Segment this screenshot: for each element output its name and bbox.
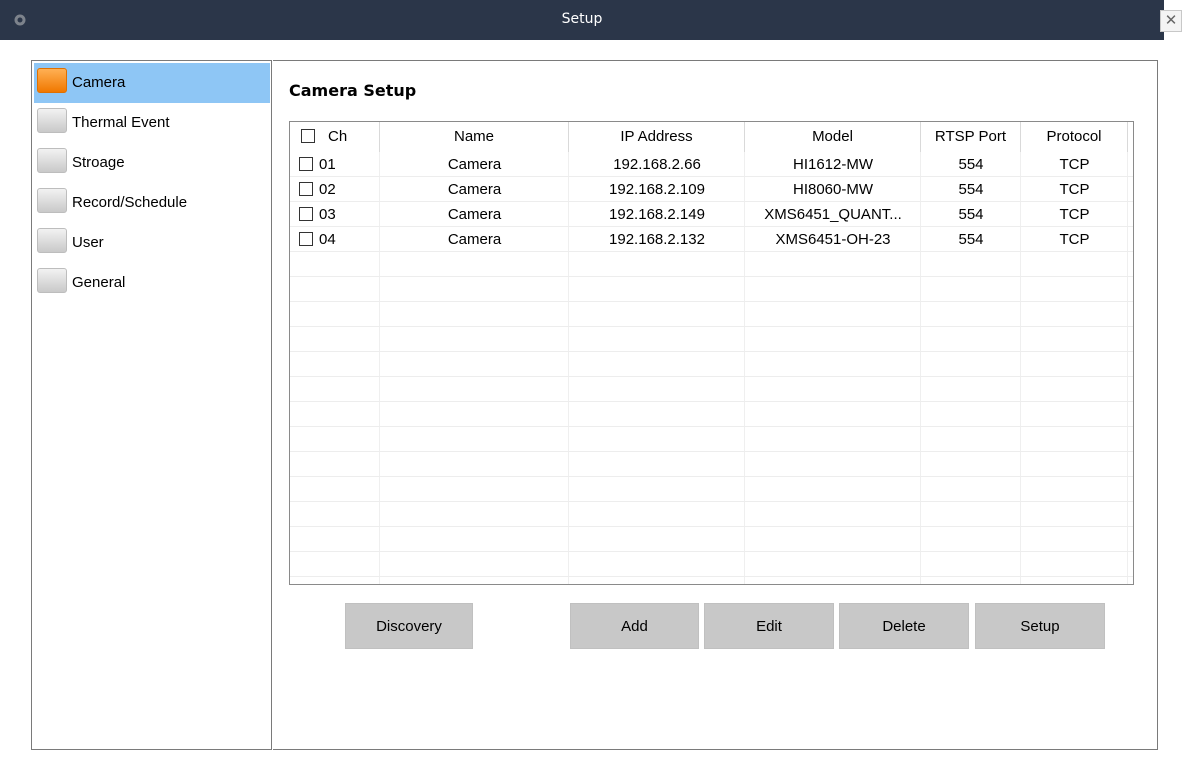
empty-row — [290, 527, 1133, 552]
close-icon[interactable]: ✕ — [1160, 10, 1182, 32]
add-button[interactable]: Add — [570, 603, 699, 649]
column-header-name[interactable]: Name — [380, 122, 569, 152]
empty-row — [290, 427, 1133, 452]
empty-row — [290, 352, 1133, 377]
cell-rtsp-port: 554 — [958, 206, 984, 223]
empty-row — [290, 502, 1133, 527]
cell-ip: 192.168.2.149 — [609, 206, 705, 223]
empty-row — [290, 277, 1133, 302]
cell-ch: 03 — [319, 206, 336, 223]
cell-rtsp-port: 554 — [958, 231, 984, 248]
title-bar: Setup — [0, 0, 1164, 40]
cell-ip: 192.168.2.109 — [609, 181, 705, 198]
storage-icon — [37, 148, 67, 173]
cell-model: HI1612-MW — [792, 156, 874, 173]
table-header: Ch Name IP Address Model RTSP Port Proto… — [290, 122, 1133, 152]
cell-name: Camera — [447, 231, 502, 248]
cell-ch: 04 — [319, 231, 336, 248]
sidebar-item-label: User — [72, 234, 104, 251]
empty-row — [290, 377, 1133, 402]
cell-ip: 192.168.2.66 — [613, 156, 701, 173]
row-checkbox[interactable] — [299, 157, 313, 171]
empty-row — [290, 302, 1133, 327]
table-row[interactable]: 01 Camera 192.168.2.66 HI1612-MW 554 TCP — [290, 152, 1133, 177]
empty-row — [290, 552, 1133, 577]
empty-row — [290, 477, 1133, 502]
cell-name: Camera — [447, 206, 502, 223]
sidebar-item-label: Camera — [72, 74, 126, 91]
empty-row — [290, 252, 1133, 277]
empty-row — [290, 402, 1133, 427]
row-checkbox[interactable] — [299, 207, 313, 221]
column-header-protocol[interactable]: Protocol — [1021, 122, 1128, 152]
sidebar-item-label: Thermal Event — [72, 114, 170, 131]
sidebar-item-storage[interactable]: Stroage — [34, 143, 270, 183]
cell-model: XMS6451-OH-23 — [775, 231, 891, 248]
row-checkbox[interactable] — [299, 232, 313, 246]
sidebar-item-label: Stroage — [72, 154, 125, 171]
column-header-model[interactable]: Model — [745, 122, 921, 152]
cell-ch: 01 — [319, 156, 336, 173]
record-schedule-icon — [37, 188, 67, 213]
setup-window: Setup ✕ Camera Thermal Event Stroage Rec… — [0, 0, 1190, 780]
delete-button[interactable]: Delete — [839, 603, 969, 649]
setup-button[interactable]: Setup — [975, 603, 1105, 649]
column-header-ch: Ch — [290, 122, 380, 152]
sidebar-item-thermal-event[interactable]: Thermal Event — [34, 103, 270, 143]
camera-category-icon — [37, 68, 67, 93]
select-all-checkbox[interactable] — [301, 129, 315, 143]
page-title: Camera Setup — [289, 81, 417, 100]
column-header-rtsp-port[interactable]: RTSP Port — [921, 122, 1021, 152]
thermal-event-icon — [37, 108, 67, 133]
cell-protocol: TCP — [1059, 206, 1090, 223]
sidebar-item-label: Record/Schedule — [72, 194, 188, 211]
column-header-ip[interactable]: IP Address — [569, 122, 745, 152]
sidebar-item-user[interactable]: User — [34, 223, 270, 263]
row-checkbox[interactable] — [299, 182, 313, 196]
cell-protocol: TCP — [1059, 231, 1090, 248]
empty-row — [290, 327, 1133, 352]
cell-model: HI8060-MW — [792, 181, 874, 198]
setup-sidebar: Camera Thermal Event Stroage Record/Sche… — [31, 60, 272, 750]
discovery-button[interactable]: Discovery — [345, 603, 473, 649]
cell-name: Camera — [447, 156, 502, 173]
cell-rtsp-port: 554 — [958, 181, 984, 198]
camera-table: Ch Name IP Address Model RTSP Port Proto… — [289, 121, 1134, 585]
table-row[interactable]: 03 Camera 192.168.2.149 XMS6451_QUANT...… — [290, 202, 1133, 227]
empty-row — [290, 452, 1133, 477]
cell-protocol: TCP — [1059, 181, 1090, 198]
sidebar-item-label: General — [72, 274, 126, 291]
cell-ip: 192.168.2.132 — [609, 231, 705, 248]
cell-ch: 02 — [319, 181, 336, 198]
column-header-label: Ch — [328, 128, 348, 145]
table-row[interactable]: 04 Camera 192.168.2.132 XMS6451-OH-23 55… — [290, 227, 1133, 252]
camera-setup-panel: Camera Setup Ch Name IP Address Model RT… — [273, 60, 1158, 750]
cell-rtsp-port: 554 — [958, 156, 984, 173]
edit-button[interactable]: Edit — [704, 603, 834, 649]
sidebar-item-camera[interactable]: Camera — [34, 63, 270, 103]
window-title: Setup — [561, 11, 603, 27]
cell-name: Camera — [447, 181, 502, 198]
cell-protocol: TCP — [1059, 156, 1090, 173]
table-row[interactable]: 02 Camera 192.168.2.109 HI8060-MW 554 TC… — [290, 177, 1133, 202]
sidebar-item-general[interactable]: General — [34, 263, 270, 303]
user-icon — [37, 228, 67, 253]
general-icon — [37, 268, 67, 293]
sidebar-item-record-schedule[interactable]: Record/Schedule — [34, 183, 270, 223]
cell-model: XMS6451_QUANT... — [764, 206, 902, 223]
